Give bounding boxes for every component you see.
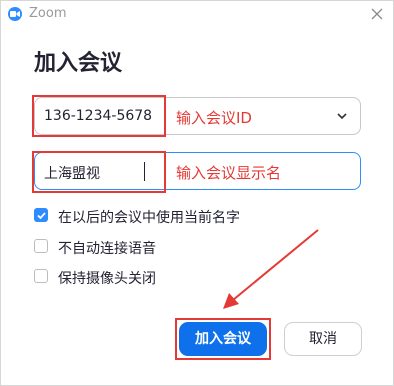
arrow-icon	[223, 229, 319, 309]
join-meeting-window: Zoom 加入会议 136-1234-5678 上海盟视 输入会议ID 输入会议…	[0, 0, 394, 386]
